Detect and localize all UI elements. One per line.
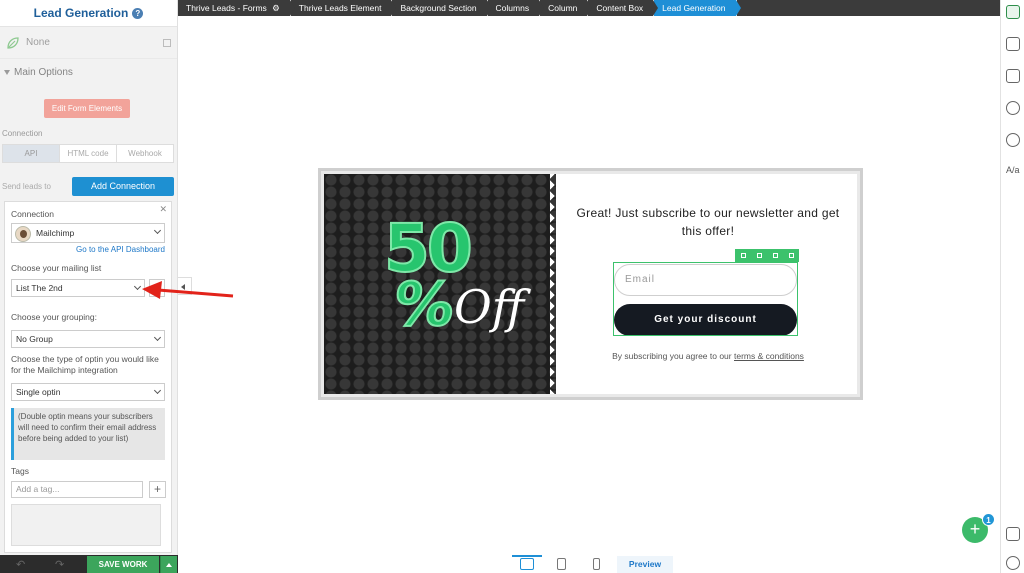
tab-webhook[interactable]: Webhook [117,145,173,162]
more-icon[interactable] [788,253,794,258]
add-tag-button[interactable]: + [149,481,166,498]
connection-label: Connection [2,129,43,138]
sidebar-footer: ↶ ↷ SAVE WORK [0,555,178,573]
external-link-icon[interactable] [163,38,171,47]
optin-select[interactable]: Single optin [11,383,165,401]
breadcrumb-label: Thrive Leads - Forms [186,3,267,13]
mailing-list-select[interactable]: List The 2nd [11,279,145,297]
animation-row[interactable]: None [0,27,177,59]
chevron-down-icon [153,386,162,395]
help-icon[interactable] [1006,556,1020,570]
save-work-button[interactable]: SAVE WORK [87,556,159,573]
right-toolbar: A/a [1000,0,1024,573]
add-element-icon[interactable] [1006,37,1020,51]
form-headline: Great! Just subscribe to our newsletter … [576,206,840,238]
panel-toggle-icon[interactable] [1006,527,1020,541]
chevron-down-icon [153,226,162,235]
breadcrumb-item[interactable]: Thrive Leads Element [290,0,397,16]
connection-panel: ✕ Connection Mailchimp Go to the API Das… [4,201,172,553]
duplicate-icon[interactable] [756,253,762,258]
save-options-chevron-icon[interactable] [160,556,177,573]
notification-badge: 1 [982,513,995,526]
element-toolbar[interactable] [735,249,799,262]
grouping-value: No Group [16,334,53,344]
breadcrumb-item[interactable]: Background Section [392,0,492,16]
lead-form: 50 % Off Great! Just subscribe to our ne… [324,174,857,394]
optin-value: Single optin [16,387,61,397]
device-bar: Preview [512,555,673,573]
breadcrumb-item[interactable]: Columns [487,0,544,16]
optin-info-box: (Double optin means your subscribers wil… [11,408,165,460]
collapse-triangle-icon [4,69,10,75]
thrive-logo-icon[interactable] [1006,5,1020,19]
desktop-icon[interactable] [520,558,534,570]
add-connection-button[interactable]: Add Connection [72,177,174,196]
breadcrumb-item-active[interactable]: Lead Generation [654,0,741,16]
move-icon[interactable] [740,253,746,258]
terms-prefix: By subscribing you agree to our [612,351,732,361]
optin-label: Choose the type of optin you would like … [11,354,159,375]
breadcrumb: Thrive Leads - Forms ⚙ Thrive Leads Elem… [178,0,1000,16]
close-icon[interactable]: ✕ [159,204,167,215]
zigzag-divider [550,174,558,394]
sidebar-title: Lead Generation [33,6,129,20]
edit-form-elements-button[interactable]: Edit Form Elements [44,99,130,118]
gear-icon[interactable]: ⚙ [272,3,280,13]
undo-icon[interactable]: ↶ [16,558,25,571]
mailing-list-label: Choose your mailing list [11,263,102,273]
animation-value: None [26,37,50,48]
tags-input[interactable]: Add a tag... [11,481,143,498]
connection-tabs: API HTML code Webhook [2,144,174,163]
tags-label: Tags [11,466,29,476]
promo-percent: % [388,269,460,341]
service-value: Mailchimp [36,228,75,238]
redo-icon[interactable]: ↷ [55,558,64,571]
mailing-list-value: List The 2nd [16,283,63,293]
send-leads-label: Send leads to [2,182,51,191]
lead-form-container[interactable]: 50 % Off Great! Just subscribe to our ne… [318,168,863,400]
service-select[interactable]: Mailchimp [11,223,165,243]
tab-html-code[interactable]: HTML code [60,145,117,162]
main-options-label: Main Options [14,66,73,78]
connection-title: Connection [11,209,55,219]
typography-icon[interactable]: A/a [1006,165,1020,179]
tab-api[interactable]: API [3,145,60,162]
leaf-icon [7,36,19,49]
breadcrumb-item[interactable]: Content Box [588,0,658,16]
active-device-indicator [512,555,542,557]
sidebar-header: Lead Generation ? [0,0,177,27]
breadcrumb-item[interactable]: Thrive Leads - Forms ⚙ [178,0,295,16]
preview-button[interactable]: Preview [617,556,673,573]
promo-off: Off [454,280,525,334]
terms-text: By subscribing you agree to our terms & … [568,351,848,361]
grouping-label: Choose your grouping: [11,312,98,322]
breadcrumb-fill [736,0,1000,16]
gear-icon[interactable] [1006,133,1020,147]
mobile-icon[interactable] [593,558,600,570]
settings-sliders-icon[interactable] [1006,69,1020,83]
selection-outline [613,262,798,336]
tablet-icon[interactable] [557,558,566,570]
grouping-select[interactable]: No Group [11,330,165,348]
chevron-down-icon [153,333,162,342]
delete-icon[interactable] [772,253,778,258]
tags-list [11,504,161,546]
api-dashboard-link[interactable]: Go to the API Dashboard [76,245,165,254]
red-arrow-annotation [142,281,234,299]
breadcrumb-item[interactable]: Column [540,0,593,16]
promo-image: 50 % Off [324,174,556,394]
terms-link[interactable]: terms & conditions [734,351,804,361]
help-icon[interactable]: ? [132,7,144,19]
cloud-templates-icon[interactable] [1006,101,1020,115]
main-options-header[interactable]: Main Options [0,59,177,85]
mailchimp-logo-icon [15,226,31,242]
